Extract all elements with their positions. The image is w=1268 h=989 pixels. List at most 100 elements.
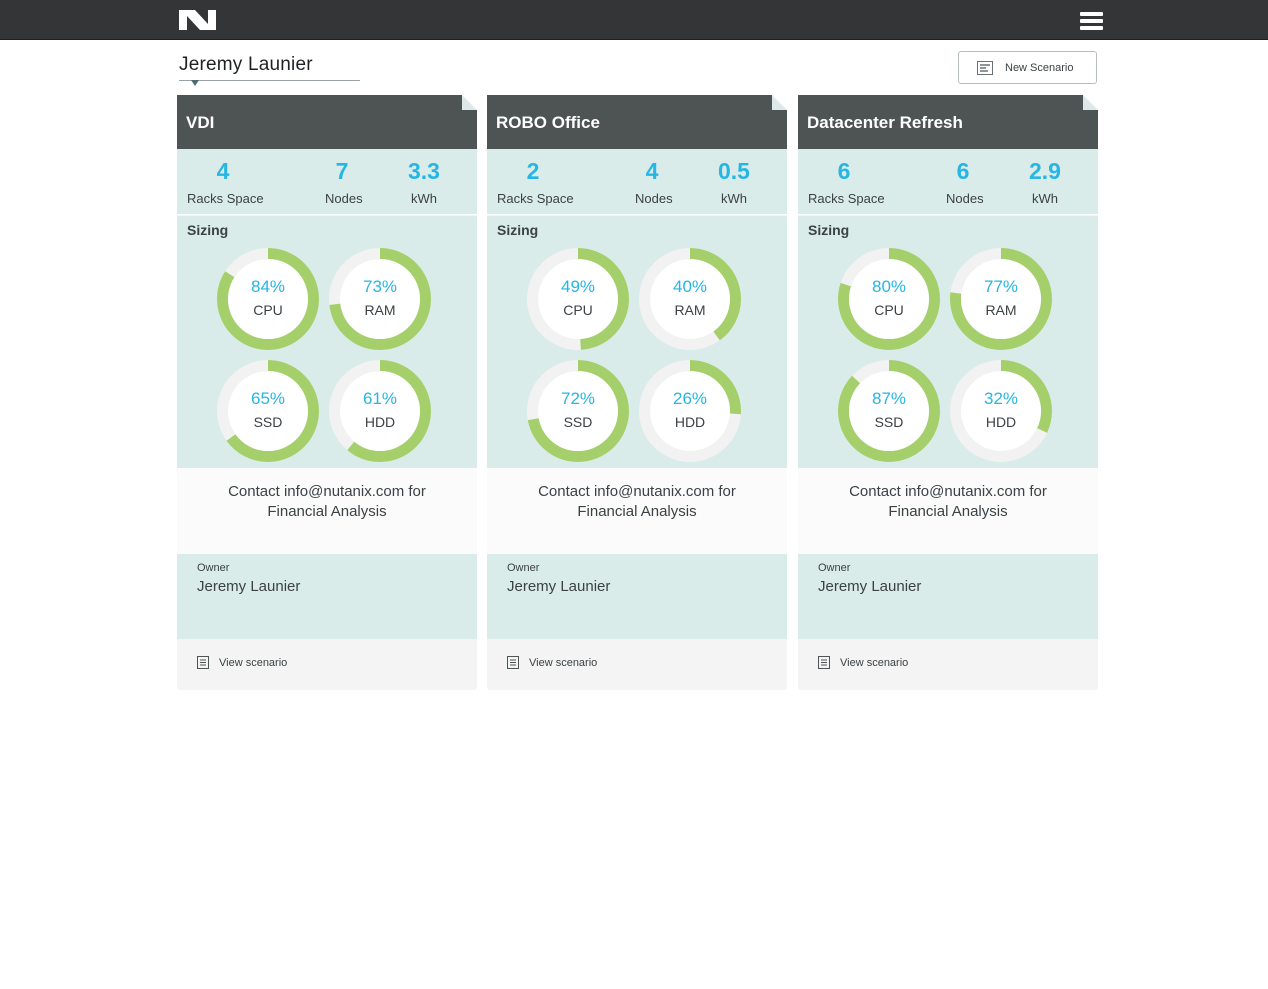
view-scenario-link[interactable]: View scenario: [177, 639, 477, 690]
cpu-percent: 80%: [871, 277, 907, 296]
kwh-label: kWh: [411, 191, 437, 206]
contact-section: Contact info@nutanix.com for Financial A…: [177, 468, 477, 554]
sizing-panel: Sizing 80% CPU 77% RAM 87% SSD 32% HDD: [798, 216, 1098, 468]
hdd-percent: 61%: [362, 389, 398, 408]
hamburger-menu-icon[interactable]: [1080, 12, 1103, 30]
ram-percent: 73%: [362, 277, 398, 296]
view-scenario-label: View scenario: [840, 657, 909, 669]
view-scenario-label: View scenario: [219, 657, 288, 669]
nutanix-logo-icon[interactable]: [179, 10, 216, 30]
hdd-label: HDD: [674, 414, 706, 430]
ssd-label: SSD: [563, 414, 593, 430]
card-title[interactable]: ROBO Office: [496, 113, 600, 133]
cpu-label: CPU: [563, 302, 593, 318]
hdd-gauge: 61% HDD: [328, 359, 432, 463]
racks-value: 4: [216, 158, 230, 184]
contact-section: Contact info@nutanix.com for Financial A…: [798, 468, 1098, 554]
ssd-gauge: 87% SSD: [837, 359, 941, 463]
sizing-title: Sizing: [497, 222, 539, 238]
nodes-label: Nodes: [946, 191, 984, 206]
caret-down-icon: [191, 80, 199, 86]
ssd-label: SSD: [253, 414, 283, 430]
ram-percent: 77%: [983, 277, 1019, 296]
cpu-gauge: 49% CPU: [526, 247, 630, 351]
kwh-label: kWh: [1032, 191, 1058, 206]
contact-text: Contact info@nutanix.com for Financial A…: [849, 483, 1047, 520]
card-stats: 2 Racks Space 4 Nodes 0.5 kWh: [487, 149, 787, 215]
owner-label: Owner: [818, 562, 851, 574]
cpu-label: CPU: [874, 302, 904, 318]
nodes-value: 6: [956, 158, 970, 184]
racks-label: Racks Space: [808, 191, 885, 206]
racks-value: 2: [526, 158, 540, 184]
owner-name: Jeremy Launier: [197, 578, 301, 595]
nodes-label: Nodes: [325, 191, 363, 206]
card-stats: 4 Racks Space 7 Nodes 3.3 kWh: [177, 149, 477, 215]
card-title[interactable]: VDI: [186, 113, 214, 133]
cpu-percent: 49%: [560, 277, 596, 296]
ssd-percent: 65%: [250, 389, 286, 408]
scenario-card: Datacenter Refresh 6 Racks Space 6 Nodes…: [798, 95, 1098, 690]
hdd-gauge: 32% HDD: [949, 359, 1053, 463]
cpu-gauge: 80% CPU: [837, 247, 941, 351]
kwh-value: 2.9: [1029, 158, 1061, 184]
owner-label: Owner: [197, 562, 230, 574]
racks-value: 6: [837, 158, 851, 184]
nodes-label: Nodes: [635, 191, 673, 206]
folded-corner: [772, 95, 787, 110]
ssd-label: SSD: [874, 414, 904, 430]
view-scenario-link[interactable]: View scenario: [487, 639, 787, 690]
nodes-value: 7: [335, 158, 349, 184]
kwh-value: 3.3: [408, 158, 440, 184]
kwh-label: kWh: [721, 191, 747, 206]
owner-section: Owner Jeremy Launier: [798, 554, 1098, 639]
ram-percent: 40%: [672, 277, 708, 296]
sizing-panel: Sizing 84% CPU 73% RAM 65% SSD 61% HDD: [177, 216, 477, 468]
user-selector[interactable]: Jeremy Launier: [179, 54, 360, 86]
view-scenario-link[interactable]: View scenario: [798, 639, 1098, 690]
card-title[interactable]: Datacenter Refresh: [807, 113, 963, 133]
ram-gauge: 73% RAM: [328, 247, 432, 351]
contact-text: Contact info@nutanix.com for Financial A…: [228, 483, 426, 520]
ram-label: RAM: [985, 302, 1017, 318]
ram-gauge: 77% RAM: [949, 247, 1053, 351]
sizing-panel: Sizing 49% CPU 40% RAM 72% SSD 26% HDD: [487, 216, 787, 468]
scenario-form-icon: [977, 61, 993, 75]
racks-label: Racks Space: [497, 191, 574, 206]
folded-corner: [462, 95, 477, 110]
card-header: ROBO Office: [487, 95, 787, 149]
ssd-gauge: 65% SSD: [216, 359, 320, 463]
folded-corner: [1083, 95, 1098, 110]
contact-section: Contact info@nutanix.com for Financial A…: [487, 468, 787, 554]
scenario-card: VDI 4 Racks Space 7 Nodes 3.3 kWh Sizing…: [177, 95, 477, 690]
cpu-gauge: 84% CPU: [216, 247, 320, 351]
new-scenario-button[interactable]: New Scenario: [958, 51, 1097, 84]
cpu-label: CPU: [253, 302, 283, 318]
card-header: VDI: [177, 95, 477, 149]
owner-section: Owner Jeremy Launier: [487, 554, 787, 639]
hdd-label: HDD: [985, 414, 1017, 430]
owner-name: Jeremy Launier: [507, 578, 611, 595]
hdd-gauge: 26% HDD: [638, 359, 742, 463]
nodes-value: 4: [645, 158, 659, 184]
cpu-percent: 84%: [250, 277, 286, 296]
scenario-card: ROBO Office 2 Racks Space 4 Nodes 0.5 kW…: [487, 95, 787, 690]
owner-label: Owner: [507, 562, 540, 574]
document-icon: [818, 656, 830, 669]
hdd-label: HDD: [364, 414, 396, 430]
owner-section: Owner Jeremy Launier: [177, 554, 477, 639]
card-header: Datacenter Refresh: [798, 95, 1098, 149]
sizing-title: Sizing: [808, 222, 850, 238]
kwh-value: 0.5: [718, 158, 750, 184]
ssd-percent: 72%: [560, 389, 596, 408]
racks-label: Racks Space: [187, 191, 264, 206]
view-scenario-label: View scenario: [529, 657, 598, 669]
card-stats: 6 Racks Space 6 Nodes 2.9 kWh: [798, 149, 1098, 215]
hdd-percent: 32%: [983, 389, 1019, 408]
user-name: Jeremy Launier: [179, 54, 313, 75]
new-scenario-label: New Scenario: [1005, 62, 1074, 74]
ssd-percent: 87%: [871, 389, 907, 408]
sizing-title: Sizing: [187, 222, 229, 238]
ram-label: RAM: [674, 302, 706, 318]
owner-name: Jeremy Launier: [818, 578, 922, 595]
